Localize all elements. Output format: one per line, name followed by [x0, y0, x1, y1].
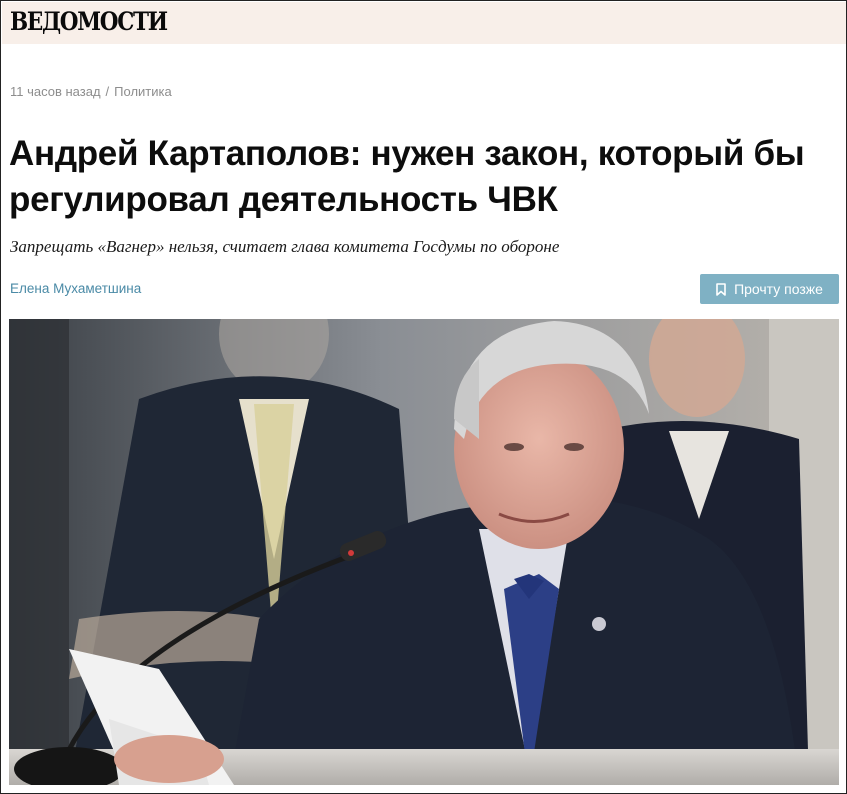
photo-illustration	[9, 319, 839, 785]
article-photo	[9, 319, 839, 785]
publish-time: 11 часов назад	[10, 84, 101, 99]
article-subtitle: Запрещать «Вагнер» нельзя, считает глава…	[10, 237, 560, 256]
read-later-button[interactable]: Прочту позже	[700, 274, 839, 304]
rubric-link[interactable]: Политика	[114, 84, 172, 99]
bookmark-icon	[716, 282, 726, 296]
site-header: ВЕДОМОСТИ	[2, 2, 846, 44]
author-link[interactable]: Елена Мухаметшина	[10, 281, 141, 296]
article-meta: 11 часов назад / Политика	[10, 84, 172, 99]
meta-separator: /	[105, 84, 110, 99]
read-later-label: Прочту позже	[734, 281, 823, 297]
site-logo[interactable]: ВЕДОМОСТИ	[10, 9, 168, 34]
article-title: Андрей Картаполов: нужен закон, который …	[9, 134, 805, 219]
page: ВЕДОМОСТИ 11 часов назад / Политика Андрей…	[0, 0, 847, 794]
